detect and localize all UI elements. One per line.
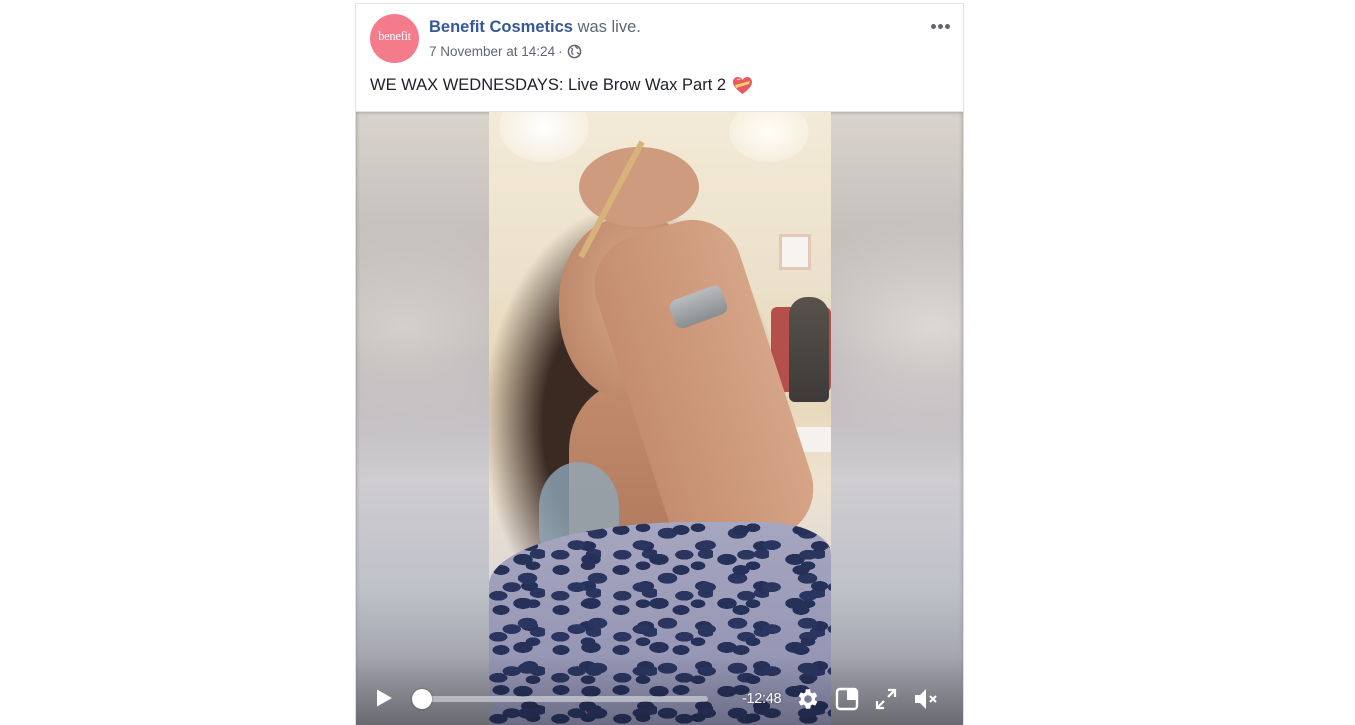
hand	[579, 147, 699, 227]
byline: Benefit Cosmetics was live.	[429, 17, 641, 37]
post-action-text: was live.	[577, 18, 641, 36]
post-timestamp[interactable]: 7 November at 14:24	[429, 44, 555, 59]
post-card: benefit Benefit Cosmetics was live. 7 No…	[355, 3, 964, 725]
more-dot	[937, 23, 943, 29]
video-player[interactable]: -12:48	[356, 111, 963, 725]
progress-track[interactable]	[422, 696, 708, 702]
video-controls: -12:48	[356, 670, 963, 725]
avatar[interactable]: benefit	[370, 14, 419, 63]
muted-speaker-icon[interactable]	[913, 686, 939, 712]
play-icon[interactable]	[374, 688, 394, 708]
meta-separator: ·	[558, 44, 563, 59]
brand-logo: benefit	[378, 29, 411, 43]
more-dot	[930, 23, 936, 29]
background-person	[789, 297, 829, 402]
page-name-link[interactable]: Benefit Cosmetics	[429, 18, 573, 36]
post-meta: 7 November at 14:24 ·	[429, 44, 582, 59]
post-header: benefit Benefit Cosmetics was live. 7 No…	[370, 14, 953, 66]
gear-icon[interactable]	[795, 686, 821, 712]
time-remaining: -12:48	[742, 691, 782, 707]
picture-in-picture-icon[interactable]	[834, 686, 860, 712]
post-message: WE WAX WEDNESDAYS: Live Brow Wax Part 2	[370, 76, 753, 95]
more-dot	[944, 23, 950, 29]
progress-handle[interactable]	[412, 689, 432, 709]
more-options-button[interactable]	[927, 16, 953, 36]
fullscreen-icon[interactable]	[873, 686, 899, 712]
heart-with-ribbon-icon	[732, 76, 753, 95]
globe-icon[interactable]	[567, 44, 582, 59]
video-frame	[489, 112, 831, 725]
post-message-text: WE WAX WEDNESDAYS: Live Brow Wax Part 2	[370, 76, 727, 94]
